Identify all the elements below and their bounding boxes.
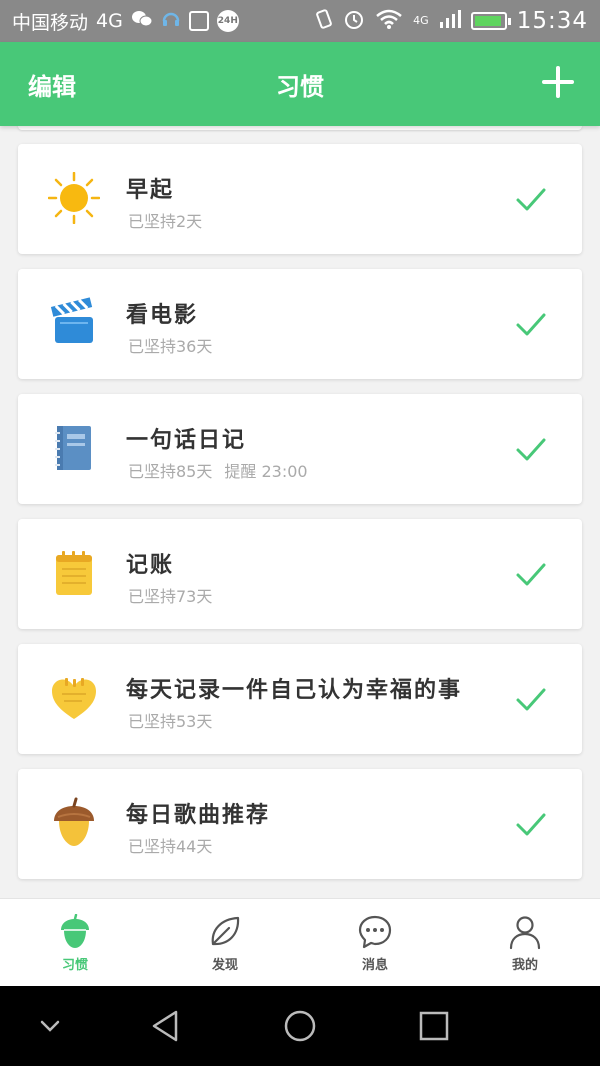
alarm-icon (343, 8, 365, 35)
home-circle-icon[interactable] (282, 1008, 318, 1044)
habit-streak: 已坚持73天 (128, 587, 213, 606)
habit-name: 一句话日记 (126, 428, 247, 453)
network-type-right: 4G (413, 13, 429, 27)
nav-tab-label: 我的 (511, 957, 538, 973)
vibrate-icon (315, 8, 333, 35)
habit-meta: 已坚持53天 (128, 708, 212, 732)
person-icon (509, 915, 541, 949)
habit-card[interactable]: 记账 已坚持73天 (18, 519, 582, 629)
nav-tab-label: 发现 (211, 957, 238, 973)
leaf-icon (211, 916, 240, 945)
checkmark-icon[interactable] (514, 807, 548, 841)
habit-card[interactable]: 一句话日记 已坚持85天 提醒 23:00 (18, 394, 582, 504)
acorn-icon (54, 797, 94, 846)
checkmark-icon[interactable] (514, 557, 548, 591)
habit-meta: 已坚持85天 提醒 23:00 (128, 458, 308, 482)
checkmark-icon[interactable] (514, 432, 548, 466)
nav-tab-habits[interactable]: 习惯 (0, 899, 150, 987)
sun-icon (48, 172, 100, 224)
nav-tab-messages[interactable]: 消息 (300, 899, 450, 987)
habit-streak: 已坚持36天 (128, 337, 213, 356)
bottom-nav: 习惯 发现 消息 我的 (0, 898, 600, 986)
edit-button[interactable]: 编辑 (28, 67, 76, 102)
carrier-label: 中国移动 (12, 11, 89, 34)
notebook-icon (55, 426, 91, 470)
status-bar: 中国移动 4G 24H 4G 15:34 (0, 0, 600, 42)
list-item-peek (18, 126, 582, 130)
checkmark-icon[interactable] (514, 307, 548, 341)
heart-note-icon (52, 678, 96, 719)
wifi-icon (375, 8, 403, 35)
habit-meta: 已坚持36天 (128, 333, 212, 357)
habit-name: 看电影 (126, 303, 199, 328)
signal-icon (439, 8, 461, 35)
habit-name: 早起 (126, 178, 175, 203)
habit-card[interactable]: 看电影 已坚持36天 (18, 269, 582, 379)
habit-streak: 已坚持44天 (128, 837, 213, 856)
chat-bubble-icon (358, 915, 392, 948)
checkmark-icon[interactable] (514, 682, 548, 716)
habit-meta: 已坚持44天 (128, 833, 212, 857)
status-time: 15:34 (516, 8, 588, 34)
nav-tab-discover[interactable]: 发现 (150, 899, 300, 987)
nav-tab-label: 习惯 (61, 957, 88, 973)
app-header: 编辑 习惯 (0, 42, 600, 126)
plus-icon[interactable] (540, 64, 576, 100)
habit-streak: 已坚持53天 (128, 712, 213, 731)
back-triangle-icon[interactable] (148, 1008, 184, 1044)
habit-meta: 已坚持2天 (128, 208, 202, 232)
recents-square-icon[interactable] (416, 1008, 452, 1044)
notepad-icon (56, 551, 92, 595)
headset-icon (161, 9, 181, 34)
habit-name: 记账 (126, 553, 175, 578)
status-bar-left: 中国移动 4G 24H (12, 8, 239, 35)
habit-card[interactable]: 早起 已坚持2天 (18, 144, 582, 254)
status-bar-right: 4G 15:34 (315, 8, 588, 35)
habit-reminder: 提醒 23:00 (224, 462, 308, 481)
nav-tab-label: 消息 (361, 957, 388, 973)
habit-card[interactable]: 每天记录一件自己认为幸福的事 已坚持53天 (18, 644, 582, 754)
checkmark-icon[interactable] (514, 182, 548, 216)
habit-card[interactable]: 每日歌曲推荐 已坚持44天 (18, 769, 582, 879)
habit-name: 每日歌曲推荐 (126, 803, 271, 828)
clapperboard-icon (50, 297, 93, 343)
system-nav-bar (0, 986, 600, 1066)
network-type-left: 4G (96, 10, 123, 32)
nav-tab-me[interactable]: 我的 (450, 899, 600, 987)
habit-meta: 已坚持73天 (128, 583, 212, 607)
habit-name: 每天记录一件自己认为幸福的事 (126, 678, 463, 703)
chevron-down-icon[interactable] (32, 1008, 68, 1044)
acorn-icon (61, 913, 89, 948)
habit-streak: 已坚持85天 (128, 462, 213, 481)
clock-24h-badge: 24H (216, 10, 239, 32)
wechat-icon (131, 10, 153, 33)
battery-icon (470, 12, 511, 30)
habit-list[interactable]: 早起 已坚持2天 看电影 已坚持36天 一句话日记 已坚持85天 提醒 23:00 (0, 126, 600, 898)
gallery-icon (188, 11, 209, 31)
habit-streak: 已坚持2天 (128, 212, 203, 231)
page-title: 习惯 (276, 72, 324, 101)
